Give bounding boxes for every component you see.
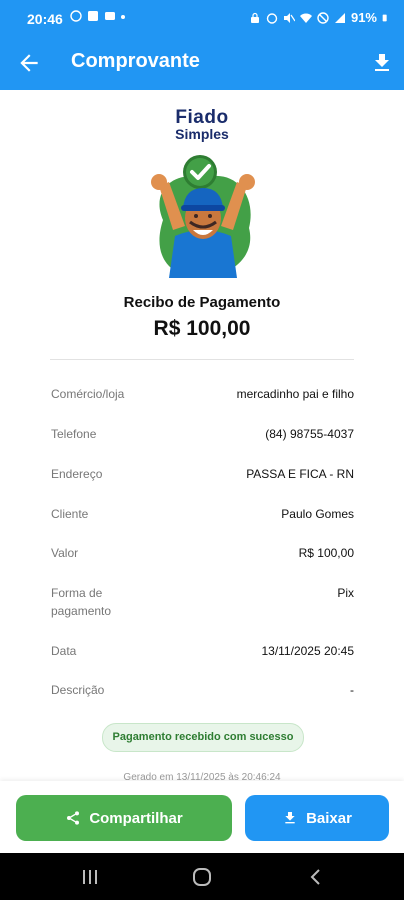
detail-label: Cliente [51,507,89,521]
do-not-disturb-icon [317,11,329,24]
whatsapp-icon [70,10,82,22]
detail-label: Valor [51,546,79,560]
logo-line2: Simples [175,126,229,142]
system-navigation-bar [0,853,404,900]
divider [50,359,354,360]
detail-value: R$ 100,00 [298,546,354,560]
download-icon [285,812,295,824]
notification-icons [70,10,125,22]
photo-icon [105,12,115,20]
app-bar: Comprovante [0,38,404,90]
status-bar: 20:46 91% [0,0,404,38]
alarm-icon [266,12,278,24]
status-time: 20:46 [27,11,63,27]
battery-level: 91% [350,10,377,25]
arrow-left-icon[interactable] [16,50,42,76]
receipt-title: Recibo de Pagamento [123,294,281,311]
success-badge: Pagamento recebido com sucesso [102,723,304,752]
detail-label: Endereço [51,467,103,481]
download-button[interactable]: Baixar [245,795,389,841]
download-button-label: Baixar [306,809,352,827]
wifi-icon [299,13,312,23]
image-icon [88,11,98,21]
fiado-simples-logo: Fiado Simples [0,108,404,141]
detail-label: Telefone [51,427,97,441]
back-nav-icon[interactable] [306,867,326,887]
detail-value: mercadinho pai e filho [236,387,354,401]
share-icon [67,811,80,825]
detail-label: Forma de pagamento [51,586,112,618]
mute-icon [283,12,295,23]
signal-icon [334,12,345,23]
system-icons: 91% [249,10,390,25]
detail-value: Paulo Gomes [281,507,354,521]
detail-value: 13/11/2025 20:45 [261,644,354,658]
recent-apps-icon[interactable] [80,867,100,887]
detail-label: Comércio/loja [51,387,125,401]
receipt-amount: R$ 100,00 [153,317,251,340]
detail-value: - [350,683,354,697]
share-button-label: Compartilhar [89,809,183,827]
celebrating-man-illustration [151,155,255,278]
share-button[interactable]: Compartilhar [16,795,232,841]
detail-label: Data [51,644,77,658]
page-title: Comprovante [71,50,200,72]
home-icon[interactable] [192,867,212,887]
detail-label: Descrição [51,683,105,697]
detail-value: PASSA E FICA - RN [246,467,354,481]
battery-icon [382,14,387,21]
more-notifications-dot [121,15,125,19]
lock-icon [250,12,259,23]
detail-value: Pix [337,586,354,600]
logo-line1: Fiado [175,107,229,128]
detail-value: (84) 98755-4037 [265,427,354,441]
download-icon[interactable] [370,51,394,75]
